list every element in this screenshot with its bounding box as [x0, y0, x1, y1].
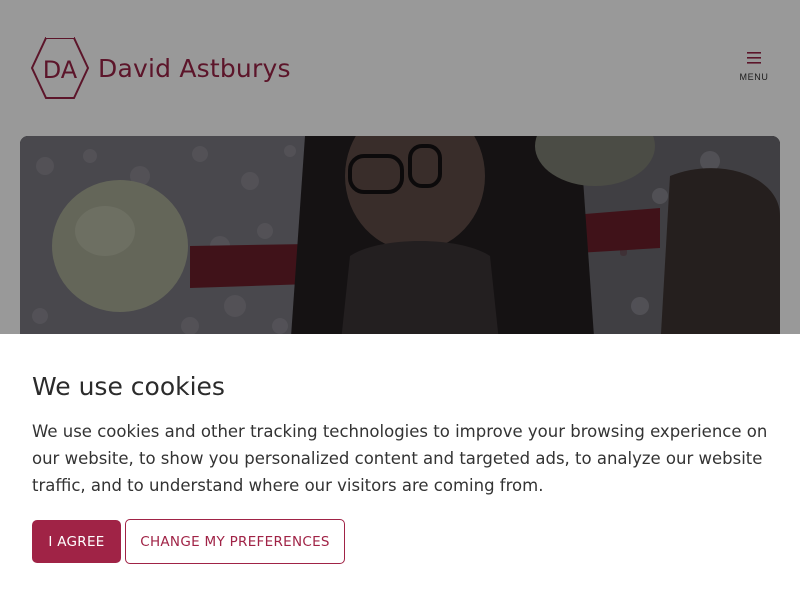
- change-preferences-button[interactable]: CHANGE MY PREFERENCES: [125, 519, 345, 564]
- cookie-consent-banner: We use cookies We use cookies and other …: [0, 334, 800, 600]
- agree-button[interactable]: I AGREE: [32, 520, 121, 563]
- cookie-description: We use cookies and other tracking techno…: [32, 422, 768, 495]
- modal-backdrop[interactable]: [0, 0, 800, 334]
- cookie-title: We use cookies: [32, 372, 225, 401]
